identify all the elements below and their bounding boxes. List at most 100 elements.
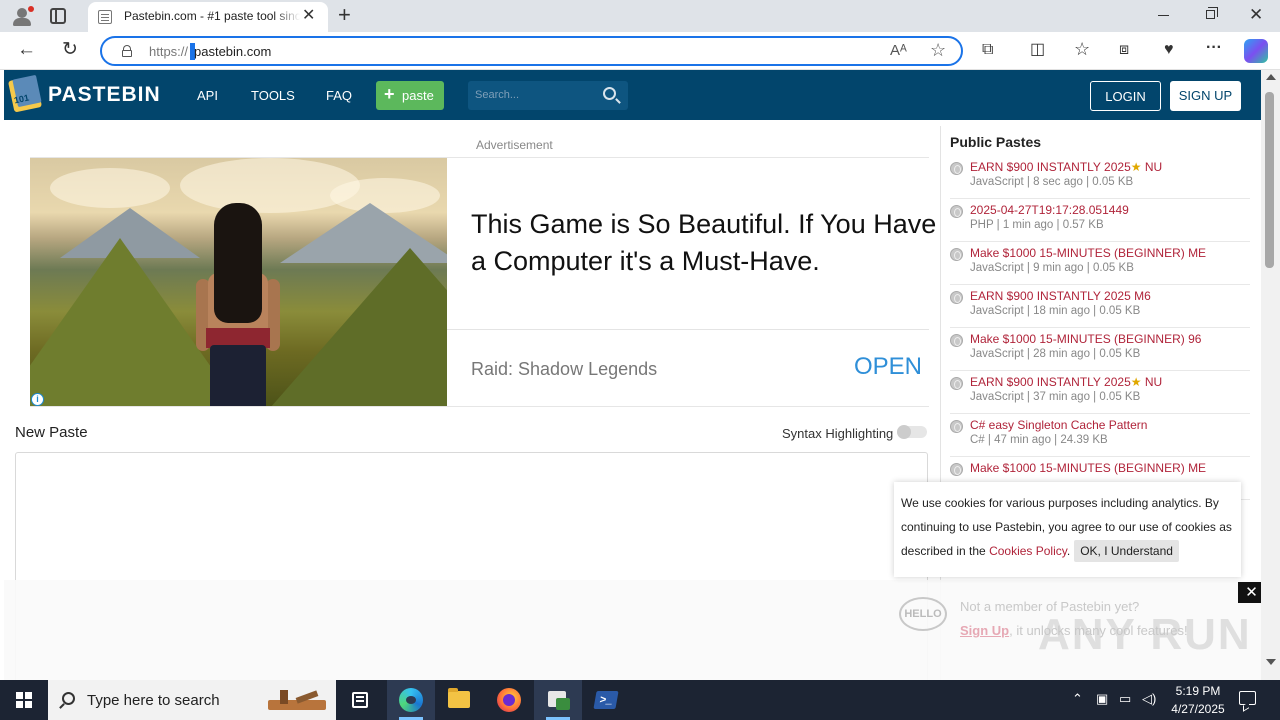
- more-menu-icon[interactable]: ···: [1206, 38, 1222, 58]
- promo-close-button[interactable]: ✕: [1238, 582, 1261, 603]
- search-input[interactable]: Search...: [475, 89, 519, 101]
- ad-character: [196, 203, 280, 406]
- ad-open-button[interactable]: OPEN: [854, 353, 922, 381]
- notifications-icon[interactable]: [1239, 691, 1256, 705]
- public-paste-title[interactable]: Make $1000 15-MINUTES (BEGINNER) ME: [970, 246, 1206, 260]
- logo-text[interactable]: PASTEBIN: [48, 83, 161, 107]
- public-paste-item[interactable]: Make $1000 15-MINUTES (BEGINNER) ME JavaS…: [950, 242, 1250, 285]
- taskbar-app[interactable]: [534, 680, 582, 720]
- tab-actions-icon[interactable]: [50, 8, 66, 24]
- favorite-star-icon[interactable]: ☆: [930, 40, 946, 61]
- search-highlight-image: [266, 686, 328, 714]
- ad-info-icon[interactable]: i: [31, 393, 44, 406]
- search-icon: [62, 692, 75, 705]
- public-paste-title[interactable]: EARN $900 INSTANTLY 2025★ NU: [970, 375, 1162, 389]
- page-scrollbar[interactable]: [1261, 70, 1280, 680]
- windows-start-icon[interactable]: [16, 692, 32, 708]
- tab-title: Pastebin.com - #1 paste tool since 2002!: [124, 9, 300, 23]
- ad-label: Advertisement: [476, 138, 553, 152]
- back-icon[interactable]: ←: [17, 40, 36, 60]
- read-aloud-icon[interactable]: Aᴬ: [890, 42, 907, 59]
- favorites-icon[interactable]: ☆: [1074, 39, 1090, 59]
- globe-icon: [950, 377, 963, 390]
- paste-button-label: paste: [402, 88, 434, 103]
- public-paste-title[interactable]: C# easy Singleton Cache Pattern: [970, 418, 1147, 432]
- taskbar-edge[interactable]: [387, 680, 435, 720]
- new-tab-button[interactable]: +: [338, 4, 351, 26]
- pastebin-logo-icon[interactable]: 101: [7, 74, 43, 113]
- scrollbar-thumb[interactable]: [1265, 92, 1274, 268]
- window-minimize-button[interactable]: [1158, 15, 1169, 16]
- taskbar-search-box[interactable]: Type here to search: [48, 680, 336, 720]
- refresh-icon[interactable]: ↻: [62, 40, 78, 60]
- public-paste-item[interactable]: C# easy Singleton Cache Pattern C# | 47 m…: [950, 414, 1250, 457]
- public-pastes-title: Public Pastes: [950, 134, 1042, 150]
- copilot-icon[interactable]: [1244, 39, 1268, 63]
- public-paste-title[interactable]: 2025-04-27T19:17:28.051449: [970, 203, 1129, 217]
- lock-icon[interactable]: [122, 45, 132, 57]
- nav-faq[interactable]: FAQ: [326, 88, 352, 103]
- nav-api[interactable]: API: [197, 88, 218, 103]
- address-bar[interactable]: https:// pastebin.com Aᴬ ☆: [100, 36, 963, 66]
- signup-button[interactable]: SIGN UP: [1170, 81, 1241, 111]
- scroll-down-icon[interactable]: [1266, 659, 1276, 665]
- watermark-text: ANY RUN: [1038, 610, 1252, 659]
- login-button[interactable]: LOGIN: [1090, 81, 1161, 111]
- public-paste-meta: JavaScript | 28 min ago | 0.05 KB: [970, 348, 1141, 360]
- performance-icon[interactable]: ♥: [1164, 40, 1174, 60]
- cookies-policy-link[interactable]: Cookies Policy: [989, 544, 1067, 558]
- window-restore-button[interactable]: [1206, 7, 1218, 19]
- globe-icon: [950, 162, 963, 175]
- extensions-icon[interactable]: ⧉: [982, 40, 993, 60]
- ad-image[interactable]: [30, 158, 447, 406]
- ad-brand[interactable]: Raid: Shadow Legends: [471, 359, 657, 380]
- paste-title-text: C# easy Singleton Cache Pattern: [970, 418, 1148, 432]
- site-header: 101 PASTEBIN API TOOLS FAQ + paste Searc…: [4, 70, 1261, 120]
- new-paste-title: New Paste: [15, 424, 88, 441]
- cookie-accept-button[interactable]: OK, I Understand: [1074, 540, 1179, 562]
- public-paste-item[interactable]: Make $1000 15-MINUTES (BEGINNER) 96 JavaS…: [950, 328, 1250, 371]
- ad-headline[interactable]: This Game is So Beautiful. If You Have a…: [471, 206, 941, 280]
- browser-tab-pastebin[interactable]: Pastebin.com - #1 paste tool since 2002!…: [88, 2, 328, 32]
- scroll-up-icon[interactable]: [1266, 74, 1276, 80]
- taskbar-file-explorer[interactable]: [435, 680, 483, 720]
- powershell-icon: >_: [593, 691, 619, 709]
- new-paste-button[interactable]: + paste: [376, 81, 444, 110]
- volume-icon[interactable]: ◁): [1142, 691, 1156, 707]
- public-paste-meta: JavaScript | 37 min ago | 0.05 KB: [970, 391, 1141, 403]
- public-paste-item[interactable]: EARN $900 INSTANTLY 2025★ NU JavaScript |…: [950, 156, 1250, 199]
- site-search-field[interactable]: Search...: [468, 81, 628, 110]
- public-paste-title[interactable]: Make $1000 15-MINUTES (BEGINNER) 96: [970, 332, 1201, 346]
- public-paste-item[interactable]: EARN $900 INSTANTLY 2025★ NU JavaScript |…: [950, 371, 1250, 414]
- taskbar-powershell[interactable]: >_: [582, 680, 630, 720]
- window-close-button[interactable]: ✕: [1249, 6, 1263, 23]
- collections-icon[interactable]: ⧈: [1119, 40, 1129, 60]
- split-screen-icon[interactable]: ◫: [1030, 40, 1045, 60]
- public-paste-title[interactable]: EARN $900 INSTANTLY 2025 M6: [970, 289, 1151, 303]
- paste-title-text: EARN $900 INSTANTLY 2025: [970, 160, 1131, 174]
- syntax-highlighting-toggle[interactable]: [897, 425, 927, 439]
- public-paste-title[interactable]: EARN $900 INSTANTLY 2025★ NU: [970, 160, 1162, 174]
- public-paste-meta: PHP | 1 min ago | 0.57 KB: [970, 219, 1104, 231]
- public-paste-title[interactable]: Make $1000 15-MINUTES (BEGINNER) ME: [970, 461, 1206, 475]
- taskbar-firefox[interactable]: [485, 680, 533, 720]
- paste-title-text: 2025-04-27T19:17:28.051449: [970, 203, 1129, 217]
- tray-device-icon[interactable]: ▣: [1096, 691, 1108, 707]
- globe-icon: [950, 248, 963, 261]
- network-icon[interactable]: ▭: [1119, 691, 1131, 707]
- tray-chevron-icon[interactable]: ⌃: [1072, 691, 1083, 707]
- globe-icon: [950, 291, 963, 304]
- taskbar-date[interactable]: 4/27/2025: [1160, 702, 1236, 716]
- nav-tools[interactable]: TOOLS: [251, 88, 295, 103]
- firefox-icon: [497, 688, 521, 712]
- profile-icon[interactable]: [10, 5, 34, 27]
- public-paste-item[interactable]: EARN $900 INSTANTLY 2025 M6 JavaScript | …: [950, 285, 1250, 328]
- tab-close-button[interactable]: ✕: [302, 8, 315, 24]
- taskbar-time[interactable]: 5:19 PM: [1170, 684, 1226, 698]
- public-paste-item[interactable]: 2025-04-27T19:17:28.051449 PHP | 1 min ag…: [950, 199, 1250, 242]
- folder-icon: [448, 688, 470, 708]
- task-view-button[interactable]: [336, 680, 384, 720]
- promo-signup-link[interactable]: Sign Up: [960, 623, 1009, 638]
- taskbar-search-input[interactable]: Type here to search: [87, 692, 220, 709]
- search-icon[interactable]: [603, 87, 616, 100]
